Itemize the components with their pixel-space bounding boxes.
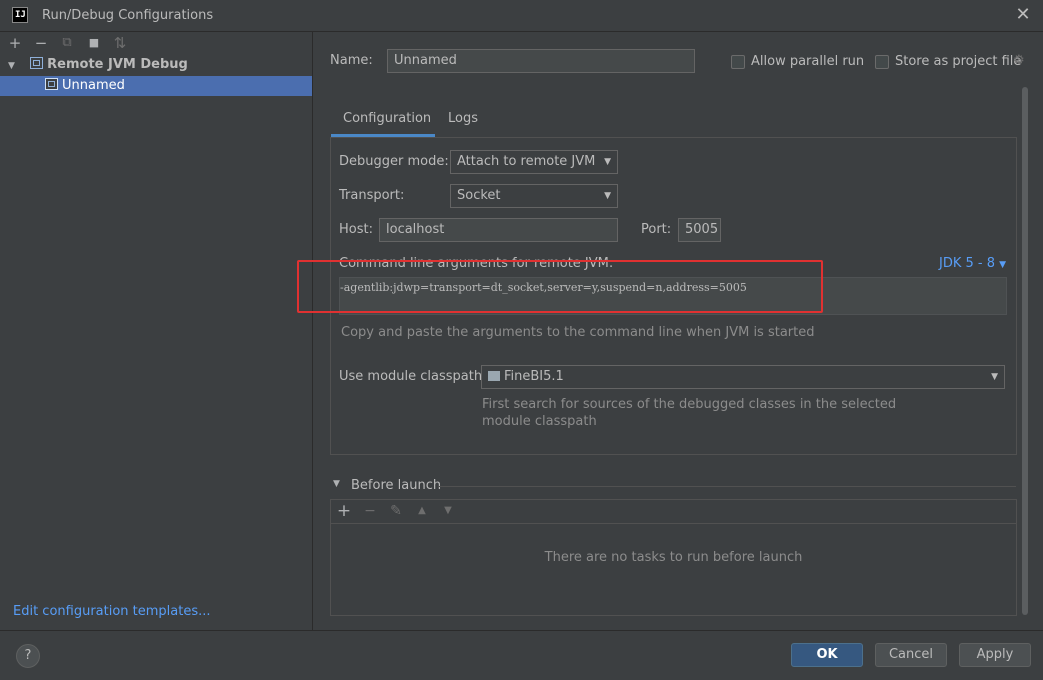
before-launch-collapse-toggle[interactable]: ▼ — [333, 479, 340, 489]
close-window-button[interactable]: ✕ — [1012, 4, 1034, 26]
remove-config-button[interactable]: − — [32, 34, 50, 52]
port-label: Port: — [641, 222, 672, 237]
tree-item-unnamed[interactable]: Unnamed — [0, 76, 312, 96]
module-classpath-label: Use module classpath: — [339, 369, 487, 384]
remote-debug-icon — [30, 57, 44, 69]
move-down-task-button[interactable]: ▼ — [439, 502, 457, 520]
name-label: Name: — [330, 53, 373, 68]
intellij-app-icon: IJ — [12, 7, 28, 23]
chevron-down-icon[interactable]: ▼ — [8, 56, 18, 76]
jdk-version-dropdown[interactable]: JDK 5 - 8 ▼ — [939, 256, 1006, 271]
copy-config-button[interactable]: ⧉ — [58, 34, 76, 52]
add-task-button[interactable]: + — [335, 502, 353, 520]
jdk-version-label: JDK 5 - 8 — [939, 256, 995, 271]
sort-button[interactable]: ⇅ — [111, 34, 129, 52]
before-launch-toolbar — [331, 500, 1016, 524]
port-input[interactable]: 5005 — [678, 218, 721, 242]
chevron-down-icon: ▼ — [604, 157, 611, 167]
tree-item-label: Unnamed — [62, 78, 125, 93]
transport-select[interactable]: Socket ▼ — [450, 184, 618, 208]
tab-configuration[interactable]: Configuration — [343, 111, 431, 135]
transport-label: Transport: — [339, 188, 405, 203]
chevron-down-icon: ▼ — [999, 260, 1007, 270]
window-title: Run/Debug Configurations — [42, 8, 214, 23]
module-hint-line2: module classpath — [482, 414, 597, 429]
move-to-folder-button[interactable]: ■ — [85, 34, 103, 52]
allow-parallel-run-checkbox[interactable] — [731, 55, 745, 69]
no-tasks-message: There are no tasks to run before launch — [544, 550, 803, 565]
module-folder-icon — [488, 371, 500, 381]
divider — [438, 486, 1016, 487]
tree-group-remote-jvm-debug[interactable]: ▼ Remote JVM Debug — [0, 55, 312, 75]
module-classpath-select[interactable]: FineBI5.1 ▼ — [481, 365, 1005, 389]
configurations-sidebar — [0, 32, 313, 630]
store-as-project-file-label: Store as project file — [895, 54, 1022, 69]
cmd-args-hint: Copy and paste the arguments to the comm… — [341, 325, 815, 340]
allow-parallel-run-label: Allow parallel run — [751, 54, 865, 69]
apply-button[interactable]: Apply — [959, 643, 1031, 667]
debugger-mode-value: Attach to remote JVM — [457, 154, 596, 169]
add-config-button[interactable]: + — [6, 34, 24, 52]
move-up-task-button[interactable]: ▲ — [413, 502, 431, 520]
ok-button[interactable]: OK — [791, 643, 863, 667]
debugger-mode-select[interactable]: Attach to remote JVM ▼ — [450, 150, 618, 174]
help-button[interactable]: ? — [16, 644, 40, 668]
transport-value: Socket — [457, 188, 501, 203]
cancel-button[interactable]: Cancel — [875, 643, 947, 667]
edit-task-button[interactable]: ✎ — [387, 502, 405, 520]
host-input[interactable]: localhost — [379, 218, 618, 242]
chevron-down-icon: ▼ — [991, 372, 998, 382]
name-input[interactable]: Unnamed — [387, 49, 695, 73]
footer-divider — [0, 630, 1043, 631]
module-classpath-value: FineBI5.1 — [504, 369, 564, 384]
tree-group-label: Remote JVM Debug — [47, 57, 188, 72]
remove-task-button[interactable]: − — [361, 502, 379, 520]
host-label: Host: — [339, 222, 373, 237]
tab-logs[interactable]: Logs — [448, 111, 478, 135]
edit-configuration-templates-link[interactable]: Edit configuration templates... — [13, 604, 211, 619]
gear-icon[interactable]: ⚙ — [1013, 53, 1025, 68]
module-hint-line1: First search for sources of the debugged… — [482, 397, 897, 412]
before-launch-title: Before launch — [351, 478, 442, 493]
scrollbar-thumb[interactable] — [1022, 87, 1028, 615]
remote-debug-icon — [45, 78, 58, 90]
highlight-annotation-box — [297, 260, 823, 313]
chevron-down-icon: ▼ — [604, 191, 611, 201]
store-as-project-file-checkbox[interactable] — [875, 55, 889, 69]
debugger-mode-label: Debugger mode: — [339, 154, 449, 169]
